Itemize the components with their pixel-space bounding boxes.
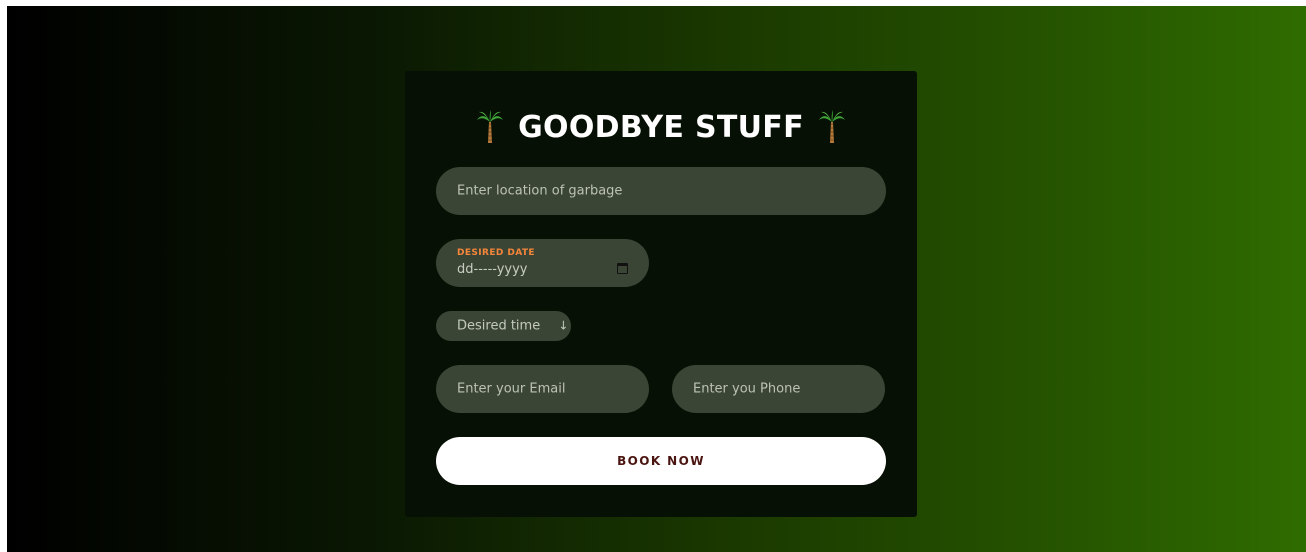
arrow-down-icon: ↓ [558,318,569,333]
phone-input[interactable]: Enter you Phone [672,365,885,413]
title-text: GOODBYE STUFF [518,109,804,145]
location-placeholder: Enter location of garbage [457,183,623,199]
book-now-button[interactable]: BOOK NOW [436,437,886,485]
date-label: DESIRED DATE [457,248,535,258]
calendar-icon[interactable] [617,263,628,274]
date-value: dd-----yyyy [457,262,528,277]
palm-tree-icon [818,110,846,144]
palm-tree-icon [476,110,504,144]
time-label: Desired time [457,318,541,334]
date-input[interactable]: DESIRED DATE dd-----yyyy [436,239,649,287]
background-gradient: GOODBYE STUFF Enter location of garbage … [7,6,1306,552]
phone-placeholder: Enter you Phone [693,381,801,397]
time-select[interactable]: Desired time ↓ [436,311,571,341]
email-placeholder: Enter your Email [457,381,566,397]
email-input[interactable]: Enter your Email [436,365,649,413]
page-title: GOODBYE STUFF [405,107,917,147]
location-input[interactable]: Enter location of garbage [436,167,886,215]
booking-card: GOODBYE STUFF Enter location of garbage … [405,71,917,517]
